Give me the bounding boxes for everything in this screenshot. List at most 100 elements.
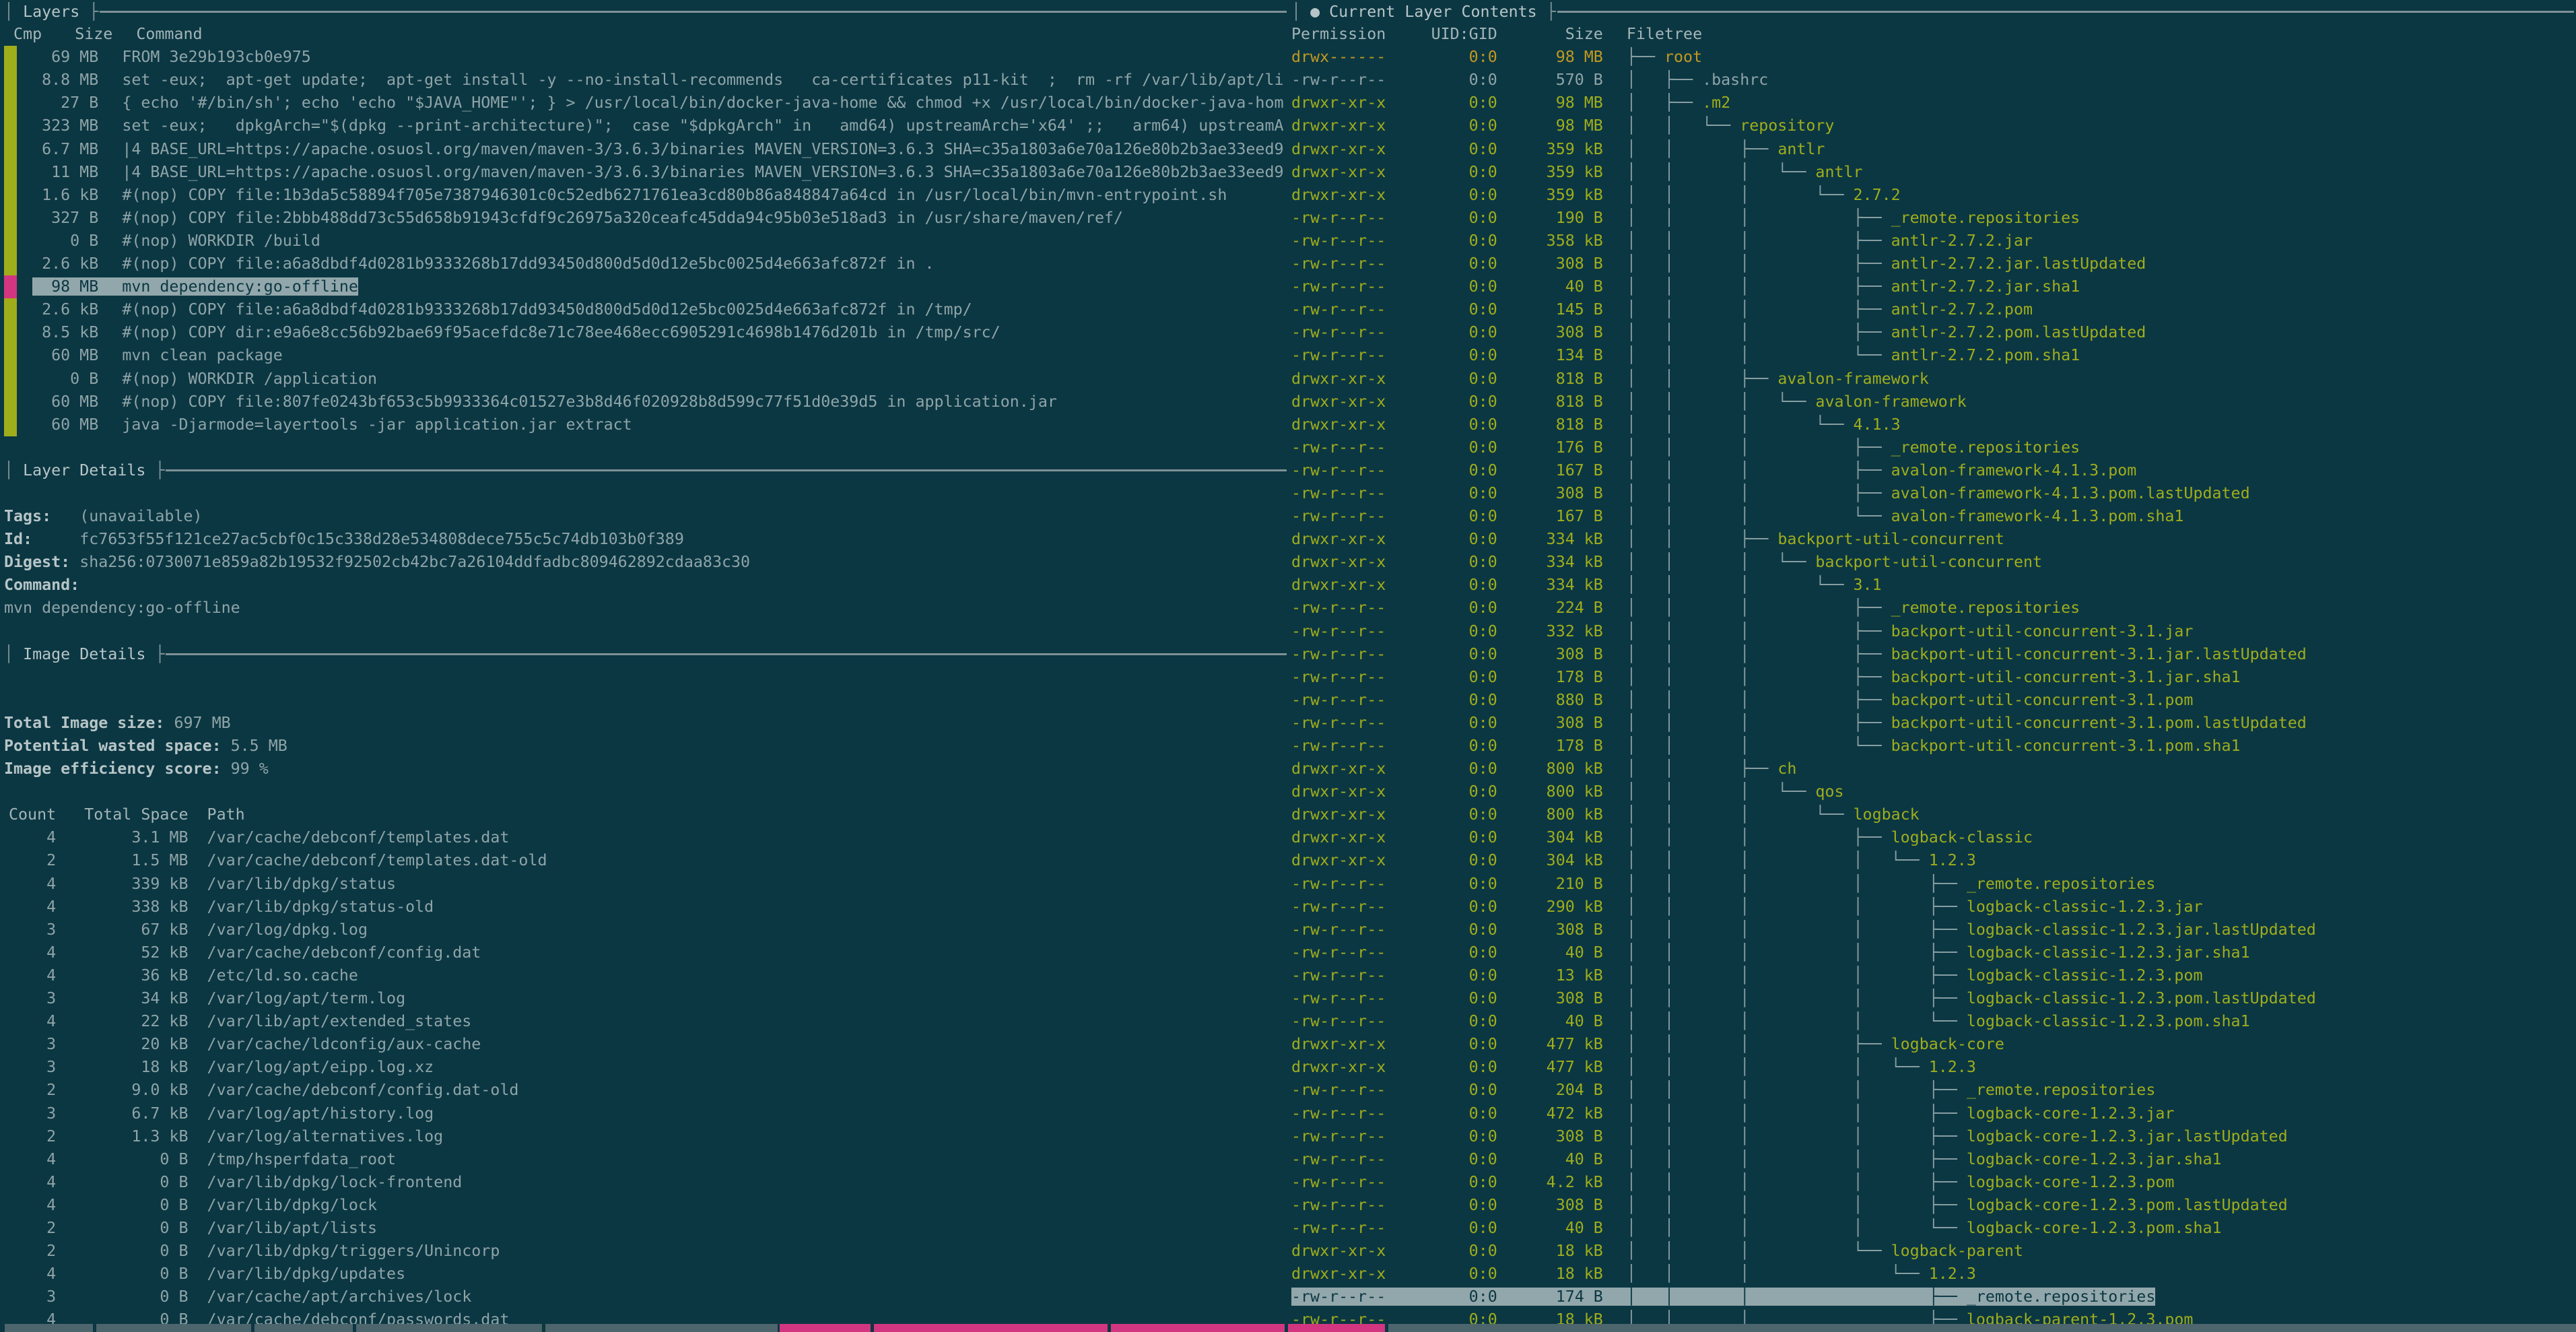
wasted-file-row: 20 B/var/lib/dpkg/triggers/Unincorp (4, 1240, 1292, 1263)
wasted-file-row: 36.7 kB/var/log/apt/history.log (4, 1102, 1292, 1125)
file-name: backport-util-concurrent-3.1.jar.sha1 (1891, 668, 2241, 686)
filetree-row[interactable]: -rw-r--r--0:0178 B│ │ │ ├── backport-uti… (1291, 666, 2576, 689)
layer-row[interactable]: 0 B#(nop) WORKDIR /build (4, 230, 1292, 253)
dive-terminal-app: │ Layers ├ CmpSizeCommand 69 MBFROM 3e29… (0, 0, 2576, 1332)
layer-row[interactable]: 327 B#(nop) COPY file:2bbb488dd73c55d658… (4, 207, 1292, 230)
filetree-row[interactable]: drwxr-xr-x0:098 MB│ ├── .m2 (1291, 92, 2576, 114)
layer-row[interactable]: 8.8 MBset -eux; apt-get update; apt-get … (4, 69, 1292, 92)
border-vbar: │ (4, 3, 13, 21)
filetree-row[interactable]: -rw-r--r--0:0308 B│ │ │ ├── avalon-frame… (1291, 482, 2576, 505)
file-name: qos (1815, 782, 1843, 801)
filetree-row[interactable]: drwxr-xr-x0:0334 kB│ │ ├── backport-util… (1291, 528, 2576, 551)
filetree-row[interactable]: -rw-r--r--0:0190 B│ │ │ ├── _remote.repo… (1291, 207, 2576, 230)
file-name: backport-util-concurrent-3.1.pom.lastUpd… (1891, 714, 2307, 732)
file-name: avalon-framework-4.1.3.pom.sha1 (1891, 507, 2184, 525)
layer-row[interactable]: 6.7 MB|4 BASE_URL=https://apache.osuosl.… (4, 138, 1292, 161)
layers-title: Layers (13, 3, 89, 21)
layer-indicator-selected (4, 275, 17, 298)
layer-row[interactable]: 323 MBset -eux; dpkgArch="$(dpkg --print… (4, 114, 1292, 137)
filetree-row[interactable]: -rw-r--r--0:0204 B│ │ │ │ ├── _remote.re… (1291, 1079, 2576, 1102)
filetree-row[interactable]: -rw-r--r--0:0358 kB│ │ │ ├── antlr-2.7.2… (1291, 230, 2576, 253)
layer-row[interactable]: 2.6 kB#(nop) COPY file:a6a8dbdf4d0281b93… (4, 253, 1292, 275)
filetree-row[interactable]: drwxr-xr-x0:0334 kB│ │ │ └── backport-ut… (1291, 551, 2576, 574)
filetree-row[interactable]: drwxr-xr-x0:0304 kB│ │ │ ├── logback-cla… (1291, 826, 2576, 849)
filetree-row[interactable]: -rw-r--r--0:0332 kB│ │ │ ├── backport-ut… (1291, 620, 2576, 643)
filetree-row[interactable]: drwxr-xr-x0:0818 B│ │ │ └── avalon-frame… (1291, 391, 2576, 413)
filetree-row[interactable]: -rw-r--r--0:0167 B│ │ │ └── avalon-frame… (1291, 505, 2576, 528)
filetree-row[interactable]: -rw-r--r--0:0308 B│ │ │ │ ├── logback-co… (1291, 1194, 2576, 1217)
filetree-row[interactable]: -rw-r--r--0:0178 B│ │ │ └── backport-uti… (1291, 735, 2576, 758)
filetree-row[interactable]: -rw-r--r--0:040 B│ │ │ │ └── logback-cor… (1291, 1217, 2576, 1240)
layer-indicator (4, 92, 17, 114)
file-name: antlr-2.7.2.jar (1891, 232, 2033, 250)
filetree-row[interactable]: drwxr-xr-x0:018 kB│ │ │ └── logback-pare… (1291, 1240, 2576, 1263)
filetree-row[interactable]: drwxr-xr-x0:0818 B│ │ ├── avalon-framewo… (1291, 368, 2576, 391)
layer-row[interactable]: 60 MBmvn clean package (4, 344, 1292, 367)
filetree-row-selected[interactable]: -rw-r--r--0:0174 B│ │ │ ├── _remote.repo… (1291, 1286, 2576, 1308)
filetree-row[interactable]: drwxr-xr-x0:0304 kB│ │ │ │ └── 1.2.3 (1291, 849, 2576, 872)
filetree-row[interactable]: drwxr-xr-x0:098 MB│ │ └── repository (1291, 114, 2576, 137)
layer-row[interactable]: 0 B#(nop) WORKDIR /application (4, 368, 1292, 391)
filetree-row[interactable]: -rw-r--r--0:0176 B│ │ │ ├── _remote.repo… (1291, 436, 2576, 459)
file-name: antlr-2.7.2.pom.lastUpdated (1891, 323, 2146, 341)
filetree-row[interactable]: -rw-r--r--0:0134 B│ │ │ └── antlr-2.7.2.… (1291, 344, 2576, 367)
filetree-row[interactable]: -rw-r--r--0:0224 B│ │ │ ├── _remote.repo… (1291, 597, 2576, 620)
filetree-row[interactable]: -rw-r--r--0:040 B│ │ │ │ └── logback-cla… (1291, 1010, 2576, 1033)
filetree-row[interactable]: drwxr-xr-x0:0800 kB│ │ ├── ch (1291, 758, 2576, 780)
filetree-row[interactable]: -rw-r--r--0:013 kB│ │ │ │ ├── logback-cl… (1291, 964, 2576, 987)
layer-row[interactable]: 60 MB#(nop) COPY file:807fe0243bf653c5b9… (4, 391, 1292, 413)
filetree-row[interactable]: -rw-r--r--0:0290 kB│ │ │ │ ├── logback-c… (1291, 896, 2576, 919)
filetree-row[interactable]: -rw-r--r--0:0167 B│ │ │ ├── avalon-frame… (1291, 459, 2576, 482)
layer-row[interactable]: 2.6 kB#(nop) COPY file:a6a8dbdf4d0281b93… (4, 298, 1292, 321)
filetree-row[interactable]: drwxr-xr-x0:0334 kB│ │ │ └── 3.1 (1291, 574, 2576, 597)
file-name: 1.2.3 (1929, 851, 1976, 869)
filetree-row[interactable]: -rw-r--r--0:0880 B│ │ │ ├── backport-uti… (1291, 689, 2576, 712)
id-value: fc7653f55f121ce27ac5cbf0c15c338d28e53480… (79, 530, 684, 548)
layer-digest-row: Digest:sha256:0730071e859a82b19532f92502… (4, 551, 1292, 574)
filetree-row[interactable]: drwxr-xr-x0:0800 kB│ │ │ └── qos (1291, 780, 2576, 803)
filetree-row[interactable]: -rw-r--r--0:040 B│ │ │ ├── antlr-2.7.2.j… (1291, 275, 2576, 298)
filetree-row[interactable]: -rw-r--r--0:0210 B│ │ │ │ ├── _remote.re… (1291, 873, 2576, 896)
blank-row (4, 620, 1292, 643)
wasted-file-row: 40 B/var/lib/dpkg/lock (4, 1194, 1292, 1217)
filetree-row[interactable]: -rw-r--r--0:0308 B│ │ │ ├── antlr-2.7.2.… (1291, 321, 2576, 344)
file-name: logback-classic (1891, 828, 2033, 846)
filetree-row[interactable]: drwxr-xr-x0:018 kB│ │ │ └── 1.2.3 (1291, 1263, 2576, 1286)
wasted-file-row: 4338 kB/var/lib/dpkg/status-old (4, 896, 1292, 919)
filetree-row[interactable]: -rw-r--r--0:0308 B│ │ │ │ ├── logback-co… (1291, 1125, 2576, 1148)
layer-row[interactable]: 60 MBjava -Djarmode=layertools -jar appl… (4, 413, 1292, 436)
filetree-row[interactable]: drwxr-xr-x0:0359 kB│ │ │ └── 2.7.2 (1291, 184, 2576, 207)
filetree-row[interactable]: -rw-r--r--0:0308 B│ │ │ │ ├── logback-cl… (1291, 919, 2576, 941)
filetree-row[interactable]: drwxr-xr-x0:0359 kB│ │ ├── antlr (1291, 138, 2576, 161)
layer-row[interactable]: 98 MBmvn dependency:go-offline (4, 275, 1292, 298)
file-name: antlr-2.7.2.pom.sha1 (1891, 346, 2080, 364)
layer-row[interactable]: 11 MB|4 BASE_URL=https://apache.osuosl.o… (4, 161, 1292, 184)
filetree-row[interactable]: -rw-r--r--0:0570 B│ ├── .bashrc (1291, 69, 2576, 92)
file-name: logback-core-1.2.3.pom.lastUpdated (1967, 1196, 2288, 1214)
layer-row[interactable]: 69 MBFROM 3e29b193cb0e975 (4, 46, 1292, 69)
filetree-row[interactable]: -rw-r--r--0:04.2 kB│ │ │ │ ├── logback-c… (1291, 1171, 2576, 1194)
filetree-row[interactable]: -rw-r--r--0:0145 B│ │ │ ├── antlr-2.7.2.… (1291, 298, 2576, 321)
filetree-row[interactable]: -rw-r--r--0:040 B│ │ │ │ ├── logback-cla… (1291, 941, 2576, 964)
filetree-row[interactable]: drwxr-xr-x0:0477 kB│ │ │ │ └── 1.2.3 (1291, 1056, 2576, 1079)
layer-row[interactable]: 27 B{ echo '#/bin/sh'; echo 'echo "$JAVA… (4, 92, 1292, 114)
layer-row[interactable]: 8.5 kB#(nop) COPY dir:e9a6e8cc56b92bae69… (4, 321, 1292, 344)
wasted-file-row: 40 B/tmp/hsperfdata_root (4, 1148, 1292, 1171)
layer-indicator (4, 230, 17, 253)
file-name: logback-core-1.2.3.pom (1967, 1173, 2175, 1191)
filetree-row[interactable]: -rw-r--r--0:0308 B│ │ │ │ ├── logback-cl… (1291, 987, 2576, 1010)
layer-contents-panel: │ ● Current Layer Contents ├ PermissionU… (1288, 0, 2576, 1332)
filetree-row[interactable]: -rw-r--r--0:040 B│ │ │ │ ├── logback-cor… (1291, 1148, 2576, 1171)
layer-row[interactable]: 1.6 kB#(nop) COPY file:1b3da5c58894f705e… (4, 184, 1292, 207)
filetree-row[interactable]: drwxr-xr-x0:0800 kB│ │ │ └── logback (1291, 803, 2576, 826)
digest-value: sha256:0730071e859a82b19532f92502cb42bc7… (79, 553, 750, 571)
file-name: repository (1740, 116, 1834, 135)
filetree-row[interactable]: drwxr-xr-x0:0359 kB│ │ │ └── antlr (1291, 161, 2576, 184)
filetree-row[interactable]: drwxr-xr-x0:0818 B│ │ │ └── 4.1.3 (1291, 413, 2576, 436)
filetree-row[interactable]: drwxr-xr-x0:0477 kB│ │ │ ├── logback-cor… (1291, 1033, 2576, 1056)
filetree-row[interactable]: drwx------0:098 MB├── root (1291, 46, 2576, 69)
filetree-row[interactable]: -rw-r--r--0:0308 B│ │ │ ├── backport-uti… (1291, 712, 2576, 735)
filetree-row[interactable]: -rw-r--r--0:0308 B│ │ │ ├── backport-uti… (1291, 643, 2576, 666)
filetree-row[interactable]: -rw-r--r--0:0308 B│ │ │ ├── antlr-2.7.2.… (1291, 253, 2576, 275)
filetree-row[interactable]: -rw-r--r--0:0472 kB│ │ │ │ ├── logback-c… (1291, 1102, 2576, 1125)
